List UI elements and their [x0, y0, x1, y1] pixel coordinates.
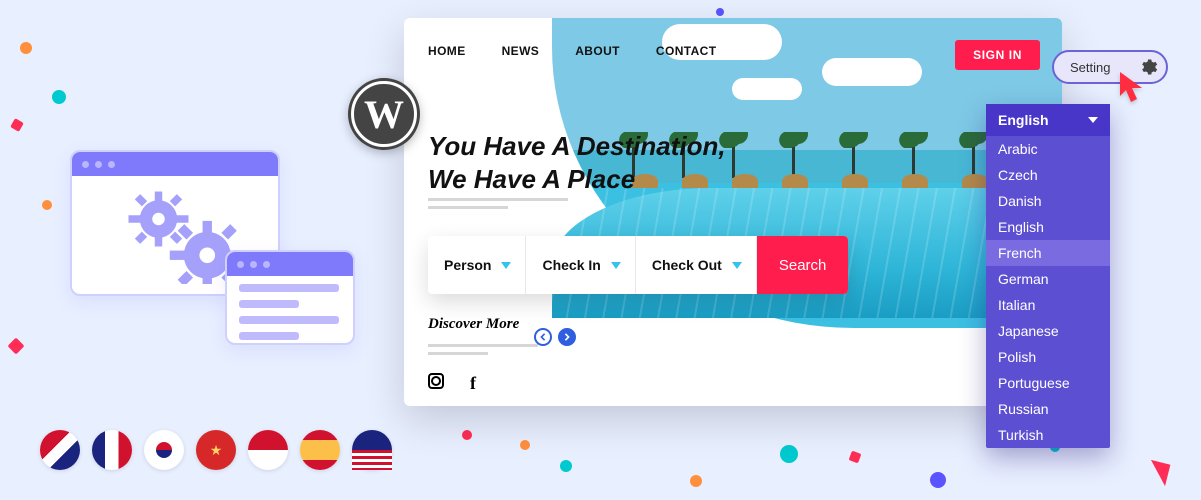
confetti-dot — [780, 445, 798, 463]
confetti-dot — [849, 451, 862, 464]
person-label: Person — [444, 257, 491, 273]
flag-france-icon — [92, 430, 132, 470]
confetti-dot — [20, 42, 32, 54]
language-option-italian[interactable]: Italian — [986, 292, 1110, 318]
language-option-russian[interactable]: Russian — [986, 396, 1110, 422]
flag-usa-icon — [352, 430, 392, 470]
confetti-dot — [42, 200, 52, 210]
signin-button[interactable]: SIGN IN — [955, 40, 1040, 70]
language-selected: English — [998, 112, 1049, 128]
nav-home[interactable]: HOME — [428, 44, 466, 58]
flag-row — [40, 430, 392, 470]
confetti-dot — [10, 118, 24, 132]
nav-contact[interactable]: CONTACT — [656, 44, 717, 58]
language-dropdown-header[interactable]: English — [986, 104, 1110, 136]
language-option-japanese[interactable]: Japanese — [986, 318, 1110, 344]
decorative-line — [428, 206, 508, 209]
top-nav: HOME NEWS ABOUT CONTACT — [428, 44, 716, 58]
flag-spain-icon — [300, 430, 340, 470]
search-form: Person Check In Check Out Search — [428, 236, 848, 294]
decorative-line — [428, 344, 538, 347]
confetti-dot — [930, 472, 946, 488]
website-mockup: HOME NEWS ABOUT CONTACT SIGN IN You Have… — [404, 18, 1062, 406]
confetti-dot — [716, 8, 724, 16]
language-option-danish[interactable]: Danish — [986, 188, 1110, 214]
confetti-dot — [690, 475, 702, 487]
flag-indonesia-icon — [248, 430, 288, 470]
chevron-down-icon — [732, 262, 742, 269]
carousel-next-button[interactable] — [558, 328, 576, 346]
confetti-dot — [560, 460, 572, 472]
search-button[interactable]: Search — [757, 236, 849, 294]
confetti-dot — [8, 338, 25, 355]
language-dropdown[interactable]: English Arabic Czech Danish English Fren… — [986, 104, 1110, 448]
person-select[interactable]: Person — [428, 236, 526, 294]
language-option-portuguese[interactable]: Portuguese — [986, 370, 1110, 396]
checkin-label: Check In — [542, 257, 600, 273]
social-icons: f — [428, 373, 476, 394]
language-option-french[interactable]: French — [986, 240, 1110, 266]
confetti-dot — [52, 90, 66, 104]
language-option-english[interactable]: English — [986, 214, 1110, 240]
decorative-line — [428, 352, 488, 355]
confetti-arrow — [1146, 460, 1171, 486]
nav-news[interactable]: NEWS — [502, 44, 540, 58]
checkin-select[interactable]: Check In — [526, 236, 635, 294]
flag-korea-icon — [144, 430, 184, 470]
confetti-dot — [520, 440, 530, 450]
carousel-controls — [534, 328, 576, 346]
hero-line1: You Have A Destination, — [428, 130, 726, 163]
checkout-select[interactable]: Check Out — [636, 236, 757, 294]
language-option-turkish[interactable]: Turkish — [986, 422, 1110, 448]
flag-china-icon — [196, 430, 236, 470]
wordpress-logo-icon: W — [348, 78, 420, 150]
language-option-czech[interactable]: Czech — [986, 162, 1110, 188]
nav-about[interactable]: ABOUT — [575, 44, 620, 58]
setting-button[interactable]: Setting — [1052, 50, 1168, 84]
chevron-down-icon — [611, 262, 621, 269]
discover-more-label: Discover More — [428, 316, 519, 333]
chevron-down-icon — [1088, 117, 1098, 123]
chevron-down-icon — [501, 262, 511, 269]
hero-line2: We Have A Place — [428, 163, 726, 196]
facebook-icon[interactable]: f — [470, 373, 476, 394]
flag-uk-icon — [40, 430, 80, 470]
language-option-arabic[interactable]: Arabic — [986, 136, 1110, 162]
carousel-prev-button[interactable] — [534, 328, 552, 346]
cursor-icon — [1118, 70, 1148, 109]
instagram-icon[interactable] — [428, 373, 444, 389]
confetti-dot — [462, 430, 472, 440]
decorative-line — [428, 198, 568, 201]
hero-headline: You Have A Destination, We Have A Place — [428, 130, 726, 195]
setting-label: Setting — [1070, 60, 1110, 75]
decorative-window-lines — [225, 250, 355, 345]
checkout-label: Check Out — [652, 257, 722, 273]
chevron-right-icon — [563, 333, 571, 341]
chevron-left-icon — [539, 333, 547, 341]
language-option-polish[interactable]: Polish — [986, 344, 1110, 370]
language-option-german[interactable]: German — [986, 266, 1110, 292]
